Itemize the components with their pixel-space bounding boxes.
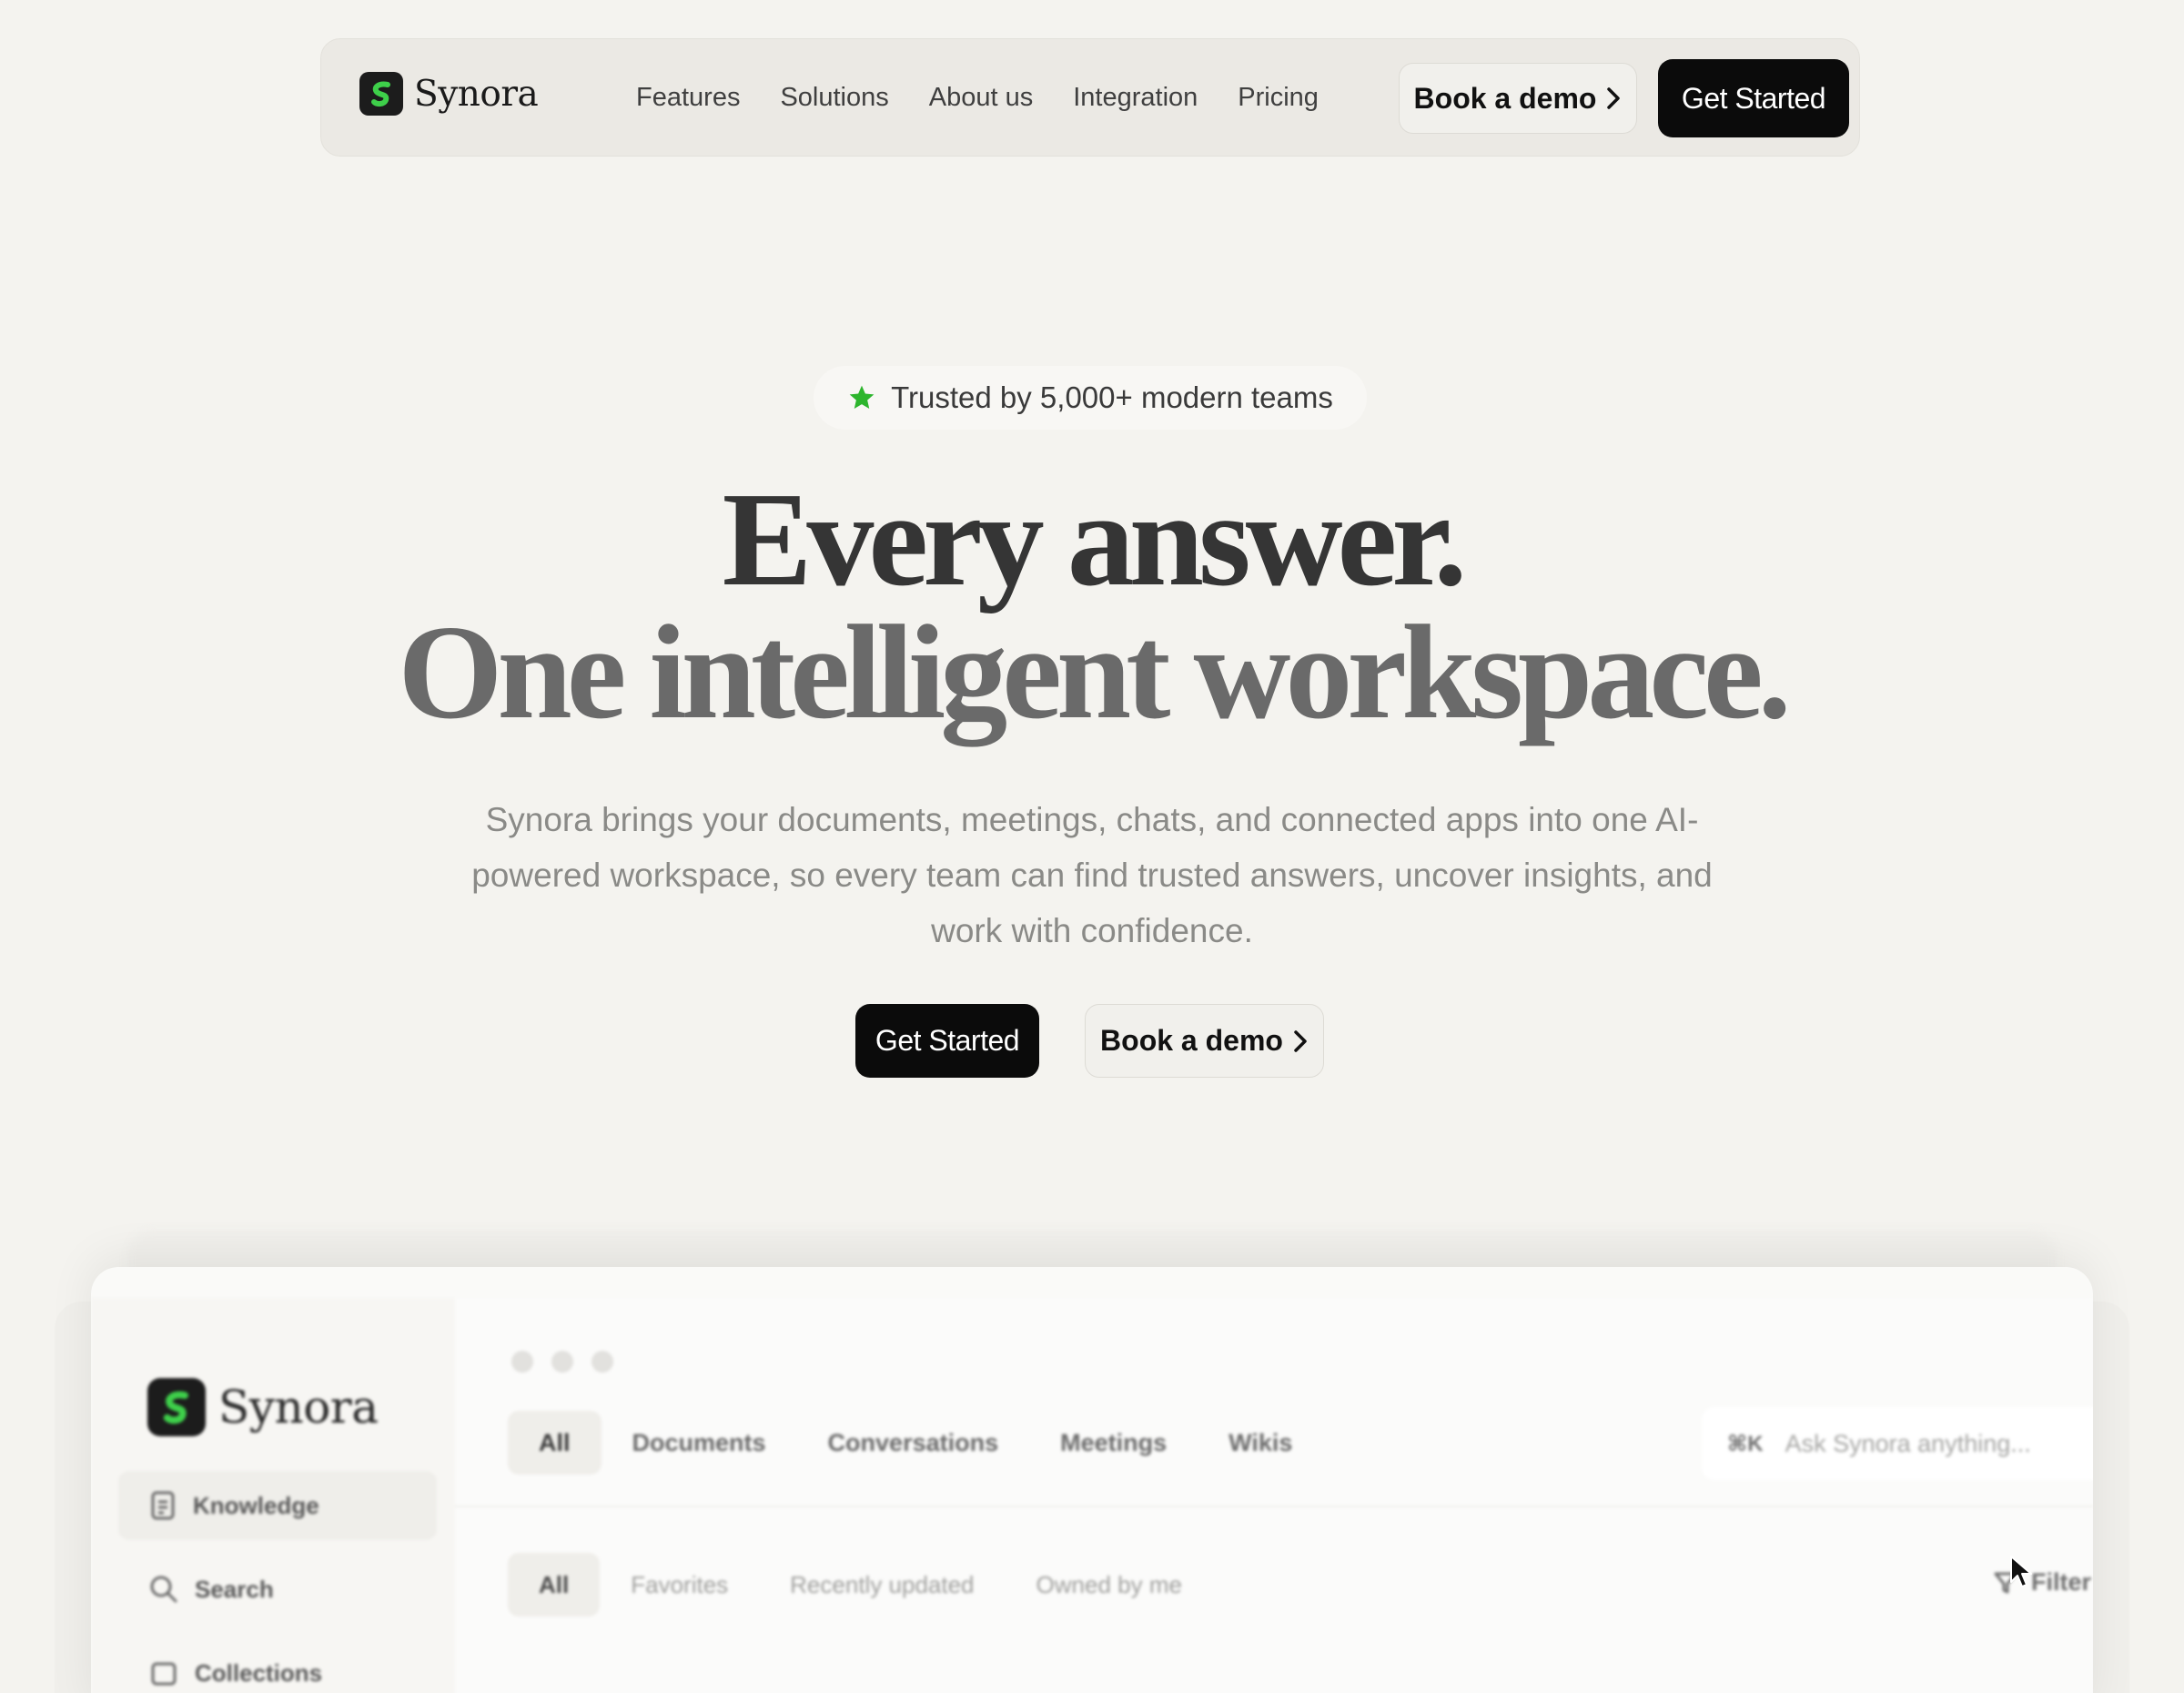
nav-link-pricing[interactable]: Pricing xyxy=(1238,83,1319,113)
shortcut-hint: ⌘K xyxy=(1727,1431,1764,1456)
preview-brand: Synora xyxy=(147,1378,379,1436)
cursor-icon xyxy=(2010,1556,2032,1587)
trust-badge: Trusted by 5,000+ modern teams xyxy=(814,366,1367,430)
tab-wikis[interactable]: Wikis xyxy=(1198,1411,1323,1475)
chevron-right-icon xyxy=(1607,87,1621,109)
tab-documents[interactable]: Documents xyxy=(602,1411,797,1475)
window-dot[interactable] xyxy=(511,1351,533,1373)
headline-line-1: Every answer. xyxy=(722,465,1468,614)
sidebar-item-label: Search xyxy=(195,1575,274,1603)
app-preview: Synora Knowledge Search Collections All … xyxy=(91,1267,2093,1693)
sidebar-item-knowledge[interactable]: Knowledge xyxy=(118,1471,437,1540)
nav-link-integration[interactable]: Integration xyxy=(1073,83,1198,113)
synora-logo-icon xyxy=(359,72,403,116)
tab-meetings[interactable]: Meetings xyxy=(1029,1411,1198,1475)
preview-sidebar: Synora Knowledge Search Collections xyxy=(91,1298,455,1693)
filter-owned-by-me[interactable]: Owned by me xyxy=(1006,1553,1213,1617)
brand-logo[interactable]: Synora xyxy=(359,72,539,116)
filter-button[interactable]: Filter xyxy=(1993,1568,2091,1597)
hero-get-started-button[interactable]: Get Started xyxy=(855,1004,1039,1078)
synora-logo-icon xyxy=(147,1378,206,1436)
tab-all[interactable]: All xyxy=(508,1411,602,1475)
top-navbar: Synora Features Solutions About us Integ… xyxy=(320,38,1860,157)
trust-badge-text: Trusted by 5,000+ modern teams xyxy=(891,380,1333,414)
sidebar-item-label: Collections xyxy=(195,1658,323,1687)
ask-synora-input[interactable]: ⌘K Ask Synora anything... xyxy=(1702,1407,2093,1480)
tab-conversations[interactable]: Conversations xyxy=(797,1411,1030,1475)
nav-links: Features Solutions About us Integration … xyxy=(636,39,1359,156)
divider xyxy=(455,1505,2093,1507)
search-icon xyxy=(150,1576,177,1603)
nav-link-solutions[interactable]: Solutions xyxy=(780,83,888,113)
window-dot[interactable] xyxy=(551,1351,573,1373)
filter-favorites[interactable]: Favorites xyxy=(600,1553,759,1617)
content-tabs: All Documents Conversations Meetings Wik… xyxy=(508,1411,1323,1475)
filter-tabs: All Favorites Recently updated Owned by … xyxy=(508,1553,1213,1617)
sidebar-item-search[interactable]: Search xyxy=(118,1555,437,1624)
filter-all[interactable]: All xyxy=(508,1553,601,1617)
star-icon xyxy=(849,385,875,409)
collection-icon xyxy=(151,1662,177,1686)
preview-brand-name: Synora xyxy=(218,1381,379,1434)
nav-get-started-button[interactable]: Get Started xyxy=(1658,59,1849,137)
app-preview-content: Synora Knowledge Search Collections All … xyxy=(91,1267,2093,1693)
hero-headline: Every answer. One intelligent workspace. xyxy=(0,465,2184,747)
document-icon xyxy=(151,1491,175,1520)
window-controls xyxy=(511,1351,613,1373)
filter-label: Filter xyxy=(2031,1568,2092,1596)
brand-name: Synora xyxy=(414,73,539,115)
hero-book-demo-button[interactable]: Book a demo xyxy=(1085,1004,1324,1078)
ask-placeholder: Ask Synora anything... xyxy=(1785,1429,2031,1457)
hero-subtitle: Synora brings your documents, meetings, … xyxy=(471,801,1713,949)
chevron-right-icon xyxy=(1294,1029,1307,1052)
nav-link-about[interactable]: About us xyxy=(929,83,1033,113)
headline-line-2: One intelligent workspace. xyxy=(398,598,1791,747)
nav-link-features[interactable]: Features xyxy=(636,83,740,113)
nav-book-demo-button[interactable]: Book a demo xyxy=(1399,63,1637,134)
nav-book-demo-label: Book a demo xyxy=(1413,81,1597,115)
sidebar-item-collections[interactable]: Collections xyxy=(118,1638,437,1693)
preview-main: All Documents Conversations Meetings Wik… xyxy=(455,1298,2093,1693)
hero-book-demo-label: Book a demo xyxy=(1100,1024,1283,1057)
filter-recently-updated[interactable]: Recently updated xyxy=(759,1553,1005,1617)
window-dot[interactable] xyxy=(592,1351,613,1373)
sidebar-item-label: Knowledge xyxy=(193,1491,319,1519)
